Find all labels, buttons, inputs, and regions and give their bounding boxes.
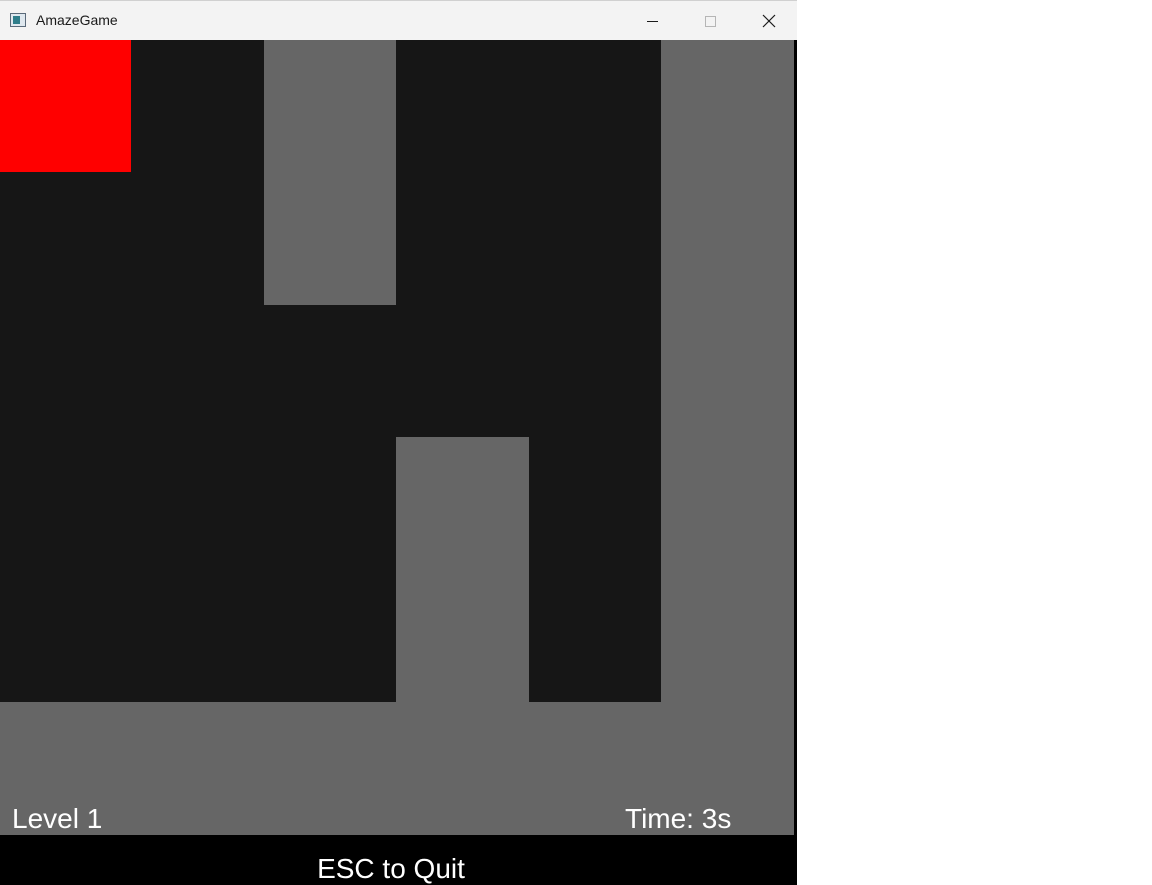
window-border: [794, 40, 797, 835]
window-title: AmazeGame: [36, 12, 118, 28]
close-icon: [762, 14, 776, 28]
title-bar[interactable]: AmazeGame: [0, 0, 797, 40]
minimize-icon: [647, 21, 658, 22]
time-indicator: Time: 3s: [625, 803, 732, 834]
minimize-button[interactable]: [623, 1, 681, 41]
maximize-icon: [705, 16, 716, 27]
window-app-icon: [10, 13, 26, 27]
player-block[interactable]: [0, 40, 131, 172]
maze-wall: [264, 40, 396, 305]
close-button[interactable]: [739, 1, 797, 41]
level-indicator: Level 1: [12, 803, 103, 834]
maze-board[interactable]: [0, 40, 794, 835]
maximize-button[interactable]: [681, 1, 739, 41]
quit-hint: ESC to Quit: [317, 853, 465, 884]
game-window: AmazeGame Level 1 Time: 3s ESC to Quit: [0, 0, 797, 885]
